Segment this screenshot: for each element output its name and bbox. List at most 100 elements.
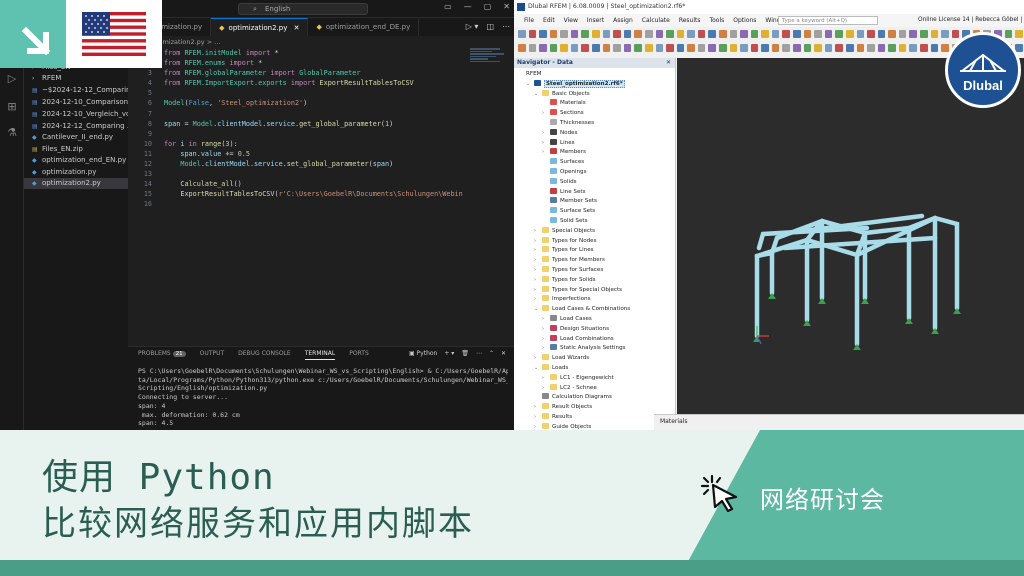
menu-item[interactable]: Tools (709, 14, 724, 27)
toolbar-button-icon[interactable] (560, 30, 568, 38)
toolbar-button-icon[interactable] (919, 30, 928, 38)
navigator-item[interactable]: Surfaces (542, 158, 584, 168)
chevron-right-icon[interactable]: › (534, 276, 542, 286)
navigator-item[interactable]: Calculation Diagrams (534, 393, 612, 403)
tab-debug-console[interactable]: DEBUG CONSOLE (238, 350, 291, 360)
toolbar-button-icon[interactable] (560, 44, 568, 52)
navigator-item[interactable]: › LC2 - Schnee (542, 383, 597, 394)
toolbar-button-icon[interactable] (697, 44, 706, 52)
chevron-right-icon[interactable]: › (534, 227, 542, 237)
chevron-down-icon[interactable]: ⌄ (534, 305, 542, 315)
navigator-item[interactable]: Materials (542, 99, 586, 109)
file-item[interactable]: › RFEM (24, 73, 128, 84)
toolbar-button-icon[interactable] (549, 30, 558, 38)
toolbar-button-icon[interactable] (613, 44, 621, 52)
toolbar-button-icon[interactable] (845, 44, 854, 52)
toolbar-button-icon[interactable] (803, 44, 812, 52)
run-icon[interactable]: ▷ ▾ (466, 22, 479, 31)
navigator-item[interactable]: › Types for Nodes (534, 236, 597, 247)
navigator-item[interactable]: › Load Combinations (542, 334, 614, 345)
navigator-item[interactable]: › Imperfections (534, 295, 591, 305)
toolbar-button-icon[interactable] (634, 30, 642, 38)
tab-problems[interactable]: PROBLEMS 21 (138, 350, 186, 360)
navigator-item[interactable]: › Load Cases (542, 315, 592, 325)
toolbar-button-icon[interactable] (845, 30, 854, 38)
toolbar-button-icon[interactable] (539, 44, 547, 52)
tab-optimization-end-de[interactable]: ◆ optimization_end_DE.py (308, 18, 420, 36)
toolbar-button-icon[interactable] (666, 30, 674, 38)
menu-item[interactable]: Insert (587, 14, 604, 27)
chevron-right-icon[interactable]: › (542, 374, 550, 384)
toolbar-button-icon[interactable] (602, 30, 611, 38)
toolbar-button-icon[interactable] (708, 44, 716, 52)
toolbar-button-icon[interactable] (824, 30, 833, 38)
toolbar-button-icon[interactable] (581, 30, 590, 38)
toolbar-button-icon[interactable] (793, 44, 801, 52)
more-icon[interactable]: ⋯ (476, 350, 482, 357)
navigator-item[interactable]: › Types for Lines (534, 246, 594, 256)
toolbar-button-icon[interactable] (740, 44, 748, 52)
navigator-item[interactable]: › Types for Special Objects (534, 285, 622, 296)
chevron-right-icon[interactable]: › (534, 237, 542, 247)
minimize-icon[interactable]: — (464, 2, 472, 11)
chevron-right-icon[interactable]: › (534, 413, 542, 423)
toolbar-button-icon[interactable] (655, 30, 664, 38)
chevron-right-icon[interactable]: › (534, 266, 542, 276)
chevron-right-icon[interactable]: › (534, 246, 542, 256)
toolbar-button-icon[interactable] (930, 30, 939, 38)
toolbar-button-icon[interactable] (951, 30, 960, 38)
toolbar-button-icon[interactable] (623, 44, 632, 52)
toolbar-button-icon[interactable] (856, 44, 865, 52)
toolbar-button-icon[interactable] (718, 44, 727, 52)
toolbar-button-icon[interactable] (888, 44, 896, 52)
navigator-item[interactable]: › Load Wizards (534, 354, 589, 364)
toolbar-button-icon[interactable] (761, 30, 769, 38)
toolbar-button-icon[interactable] (634, 44, 642, 52)
file-item[interactable]: ▤ 2024-12-10_Vergleich_vo... (24, 109, 128, 120)
toolbar-button-icon[interactable] (528, 44, 537, 52)
menu-item[interactable]: Edit (543, 14, 555, 27)
keyword-search-input[interactable]: Type a keyword (Alt+Q) (778, 16, 878, 25)
toolbar-button-icon[interactable] (655, 44, 664, 52)
toolbar-button-icon[interactable] (750, 30, 759, 38)
chevron-right-icon[interactable]: › (542, 109, 550, 119)
run-debug-icon[interactable]: ▷ (5, 72, 19, 86)
tab-output[interactable]: OUTPUT (200, 350, 224, 360)
navigator-item[interactable]: RFEM (518, 70, 541, 80)
extensions-icon[interactable]: ⊞ (5, 100, 19, 114)
navigator-item[interactable]: › Design Situations (542, 324, 609, 335)
file-item[interactable]: ▤ ~$2024-12-12_Comparin... (24, 85, 128, 96)
file-item[interactable]: ◆ optimization.py (24, 167, 128, 178)
navigator-item[interactable]: › LC1 - Eigengewicht (542, 373, 614, 384)
navigator-item[interactable]: › Guide Objects (534, 422, 591, 430)
menu-item[interactable]: View (564, 14, 578, 27)
chevron-right-icon[interactable]: › (534, 286, 542, 296)
navigator-item[interactable]: › Members (542, 148, 586, 158)
toolbar-button-icon[interactable] (518, 30, 526, 38)
toolbar-button-icon[interactable] (697, 30, 706, 38)
chevron-down-icon[interactable]: ⌄ (534, 364, 542, 374)
toolbar-button-icon[interactable] (856, 30, 865, 38)
toolbar-button-icon[interactable] (602, 44, 611, 52)
toolbar-button-icon[interactable] (877, 30, 886, 38)
chevron-right-icon[interactable]: › (534, 403, 542, 413)
toolbar-button-icon[interactable] (824, 44, 833, 52)
menu-item[interactable]: Results (679, 14, 701, 27)
toolbar-button-icon[interactable] (898, 44, 907, 52)
toolbar-button-icon[interactable] (613, 30, 621, 38)
navigator-item[interactable]: › Types for Solids (534, 275, 596, 286)
close-icon[interactable]: ✕ (666, 58, 671, 68)
navigator-item[interactable]: Openings (542, 168, 587, 178)
toolbar-button-icon[interactable] (570, 44, 579, 52)
navigator-item[interactable]: ⌄ Steel_optimization2.rf6* (526, 79, 625, 90)
toolbar-button-icon[interactable] (528, 30, 537, 38)
layout-icon[interactable]: ▭ (444, 2, 452, 11)
chevron-right-icon[interactable]: › (534, 295, 542, 305)
terminal-output[interactable]: PS C:\Users\GoebelR\Documents\Schulungen… (138, 367, 508, 428)
navigator-item[interactable]: › Results (534, 413, 572, 423)
chevron-right-icon[interactable]: › (542, 148, 550, 158)
chevron-down-icon[interactable]: ⌄ (526, 80, 534, 90)
toolbar-button-icon[interactable] (592, 44, 600, 52)
navigator-item[interactable]: Thicknesses (542, 119, 594, 129)
toolbar-button-icon[interactable] (814, 30, 822, 38)
